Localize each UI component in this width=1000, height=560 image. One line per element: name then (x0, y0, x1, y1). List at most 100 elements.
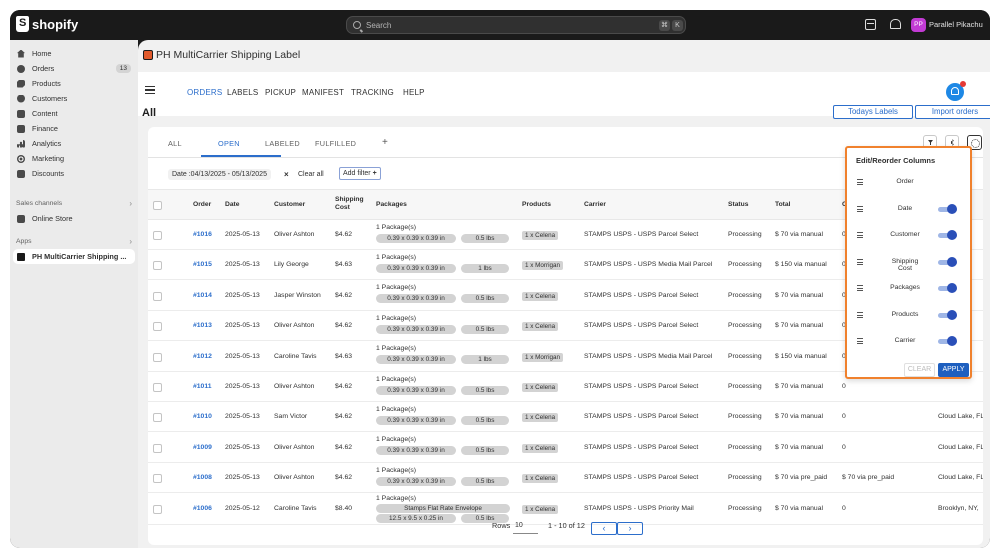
row-checkbox[interactable] (153, 413, 162, 422)
tab-fulfilled[interactable]: FULFILLED (315, 139, 356, 148)
tab-open[interactable]: OPEN (218, 139, 240, 148)
sidebar-item-app[interactable]: PH MultiCarrier Shipping ... (13, 249, 135, 264)
carrier-service: STAMPS USPS - USPS Parcel Select (584, 383, 699, 390)
close-icon[interactable]: × (284, 170, 289, 179)
column-visibility-toggle[interactable] (938, 283, 957, 294)
chevron-right-icon[interactable]: › (129, 199, 132, 208)
drag-handle-icon[interactable] (857, 232, 863, 238)
column-option-row[interactable]: Shipping Cost (855, 256, 967, 272)
add-tab-button[interactable]: + (382, 137, 388, 148)
row-checkbox[interactable] (153, 505, 162, 514)
drag-handle-icon[interactable] (857, 205, 863, 212)
tab-labeled[interactable]: LABELED (265, 139, 300, 148)
sidebar-item-content[interactable]: Content (13, 106, 135, 121)
clear-all-link[interactable]: Clear all (298, 169, 324, 180)
drag-handle-icon[interactable] (857, 285, 863, 291)
nav-help[interactable]: HELP (403, 88, 425, 97)
row-checkbox[interactable] (153, 383, 162, 392)
apply-button[interactable]: APPLY (938, 363, 969, 377)
column-header[interactable]: Carrier (584, 201, 606, 208)
order-link[interactable]: #1014 (193, 292, 212, 299)
prev-page-button[interactable]: ‹ (591, 522, 617, 535)
sidebar-item-finance[interactable]: Finance (13, 121, 135, 136)
sidebar-item-online-store[interactable]: Online Store (13, 211, 135, 226)
sidebar-item-discounts[interactable]: Discounts (13, 166, 135, 181)
order-link[interactable]: #1012 (193, 353, 212, 360)
table-row[interactable]: #1009 2025-05-13 Oliver Ashton $4.62 1 Packa… (148, 432, 983, 463)
row-checkbox[interactable] (153, 231, 162, 240)
order-link[interactable]: #1010 (193, 413, 212, 420)
column-visibility-toggle[interactable] (938, 230, 957, 241)
order-link[interactable]: #1008 (193, 474, 212, 481)
drag-handle-icon[interactable] (857, 311, 863, 318)
order-link[interactable]: #1015 (193, 261, 212, 268)
sidebar-item-orders[interactable]: Orders 13 (13, 61, 135, 76)
column-header[interactable]: Date (225, 201, 240, 208)
order-link[interactable]: #1016 (193, 231, 212, 238)
date-filter-chip[interactable]: Date :04/13/2025 - 05/13/2025 (168, 169, 271, 180)
row-checkbox[interactable] (153, 322, 162, 331)
row-checkbox[interactable] (153, 292, 162, 301)
add-filter-button[interactable]: Add filter + (339, 167, 381, 180)
row-checkbox[interactable] (153, 261, 162, 270)
order-link[interactable]: #1009 (193, 444, 212, 451)
search-input[interactable]: Search ⌘ K (346, 16, 686, 34)
sidebar-item-analytics[interactable]: Analytics (13, 136, 135, 151)
avatar[interactable]: PP (911, 18, 926, 32)
row-checkbox[interactable] (153, 353, 162, 362)
tag-icon (17, 79, 25, 88)
next-page-button[interactable]: › (617, 522, 643, 535)
column-option-row[interactable]: Customer (855, 229, 967, 243)
store-icon[interactable] (865, 19, 876, 30)
sidebar-item-home[interactable]: Home (13, 46, 135, 61)
sidebar-item-products[interactable]: Products (13, 76, 135, 91)
column-header[interactable]: Total (775, 201, 790, 208)
notification-bell-button[interactable] (946, 81, 966, 101)
drag-handle-icon[interactable] (857, 338, 863, 344)
tab-all[interactable]: ALL (168, 139, 182, 148)
todays-labels-button[interactable]: Todays Labels (833, 105, 913, 119)
clear-button[interactable]: CLEAR (904, 363, 935, 377)
nav-pickup[interactable]: PICKUP (265, 88, 296, 97)
sidebar-item-customers[interactable]: Customers (13, 91, 135, 106)
table-row[interactable]: #1008 2025-05-13 Oliver Ashton $4.62 1 Packa… (148, 463, 983, 493)
column-header[interactable]: Packages (376, 201, 407, 208)
order-status: Processing (728, 383, 762, 390)
nav-tracking[interactable]: TRACKING (351, 88, 394, 97)
column-option-row[interactable]: Carrier (855, 335, 967, 349)
nav-orders[interactable]: ORDERS (187, 88, 222, 97)
import-orders-button[interactable]: Import orders (915, 105, 990, 119)
column-visibility-toggle[interactable] (938, 336, 957, 347)
shopify-logo[interactable]: shopify (16, 16, 78, 32)
bell-icon[interactable] (890, 19, 901, 29)
sidebar-item-marketing[interactable]: Marketing (13, 151, 135, 166)
order-link[interactable]: #1013 (193, 322, 212, 329)
order-link[interactable]: #1006 (193, 505, 212, 512)
row-checkbox[interactable] (153, 444, 162, 453)
nav-labels[interactable]: LABELS (227, 88, 258, 97)
drag-handle-icon[interactable] (857, 258, 863, 265)
rows-per-page-select[interactable]: 10 (513, 522, 538, 534)
order-date: 2025-05-13 (225, 292, 260, 299)
chevron-right-icon[interactable]: › (129, 237, 132, 246)
column-visibility-toggle[interactable] (938, 256, 957, 268)
column-option-row[interactable]: Products (855, 309, 967, 323)
column-visibility-toggle[interactable] (938, 309, 957, 321)
column-header[interactable]: Products (522, 201, 551, 208)
column-option-row[interactable]: Date (855, 203, 967, 217)
column-option-row[interactable]: Packages (855, 282, 967, 296)
drag-handle-icon[interactable] (857, 179, 863, 185)
column-header[interactable]: Order (193, 201, 211, 208)
user-name[interactable]: Parallel Pikachu (929, 20, 983, 29)
row-checkbox[interactable] (153, 474, 162, 483)
nav-manifest[interactable]: MANIFEST (302, 88, 344, 97)
column-option-row[interactable]: Order (855, 176, 967, 190)
column-header[interactable]: Shipping Cost (335, 196, 369, 212)
column-header[interactable]: Customer (274, 201, 305, 208)
order-link[interactable]: #1011 (193, 383, 212, 390)
menu-icon[interactable] (145, 86, 155, 94)
column-header[interactable]: Status (728, 201, 748, 208)
select-all-checkbox[interactable] (153, 201, 162, 210)
column-visibility-toggle[interactable] (938, 203, 957, 215)
table-row[interactable]: #1010 2025-05-13 Sam Victor $4.62 1 Package(… (148, 402, 983, 432)
